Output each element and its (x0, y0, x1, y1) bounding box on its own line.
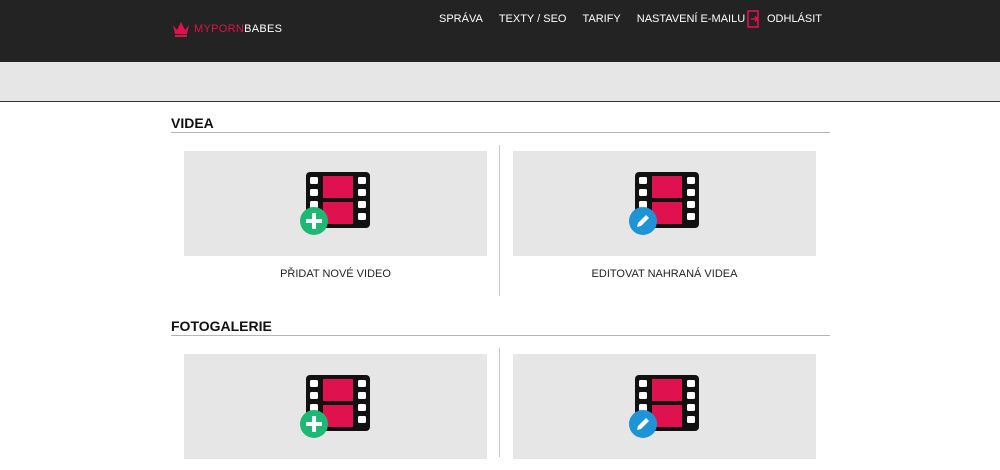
logout-door-icon (747, 10, 759, 28)
pencil-icon (629, 410, 657, 438)
nav-item-sprava[interactable]: SPRÁVA (439, 12, 483, 26)
plus-icon (300, 410, 328, 438)
tile-thumbnail (184, 354, 487, 459)
tile-thumbnail (513, 354, 816, 459)
subheader-strip (0, 62, 1000, 102)
edit-videos-label: EDITOVAT NAHRANÁ VIDEA (591, 268, 738, 280)
edit-videos-tile[interactable]: EDITOVAT NAHRANÁ VIDEA (513, 151, 816, 281)
plus-icon (300, 207, 328, 235)
section-title-videa: VIDEA (171, 115, 830, 133)
top-navigation-bar: MYPORNBABES SPRÁVA TEXTY / SEO TARIFY NA… (0, 0, 1000, 62)
crown-icon (173, 22, 189, 37)
add-video-label: PŘIDAT NOVÉ VIDEO (280, 268, 391, 280)
section-title-fotogalerie: FOTOGALERIE (171, 318, 830, 336)
add-video-tile[interactable]: PŘIDAT NOVÉ VIDEO (184, 151, 487, 281)
brand-logo[interactable]: MYPORNBABES (172, 20, 282, 38)
logout-button[interactable]: ODHLÁSIT (747, 10, 822, 28)
nav-item-tarify[interactable]: TARIFY (582, 12, 620, 26)
brand-name-part2: BABES (244, 23, 283, 35)
nav-item-nastaveni-emailu[interactable]: NASTAVENÍ E-MAILU (637, 12, 745, 26)
brand-name: MYPORNBABES (194, 20, 282, 38)
add-gallery-tile[interactable] (184, 354, 487, 470)
tile-thumbnail (184, 151, 487, 256)
tile-thumbnail (513, 151, 816, 256)
edit-gallery-tile[interactable] (513, 354, 816, 470)
logout-label: ODHLÁSIT (767, 13, 823, 25)
main-nav: SPRÁVA TEXTY / SEO TARIFY NASTAVENÍ E-MA… (439, 12, 761, 26)
nav-item-texty-seo[interactable]: TEXTY / SEO (499, 12, 567, 26)
tile-divider (499, 348, 500, 457)
tile-divider (499, 145, 500, 296)
brand-name-part1: MYPORN (194, 23, 245, 35)
pencil-icon (629, 207, 657, 235)
